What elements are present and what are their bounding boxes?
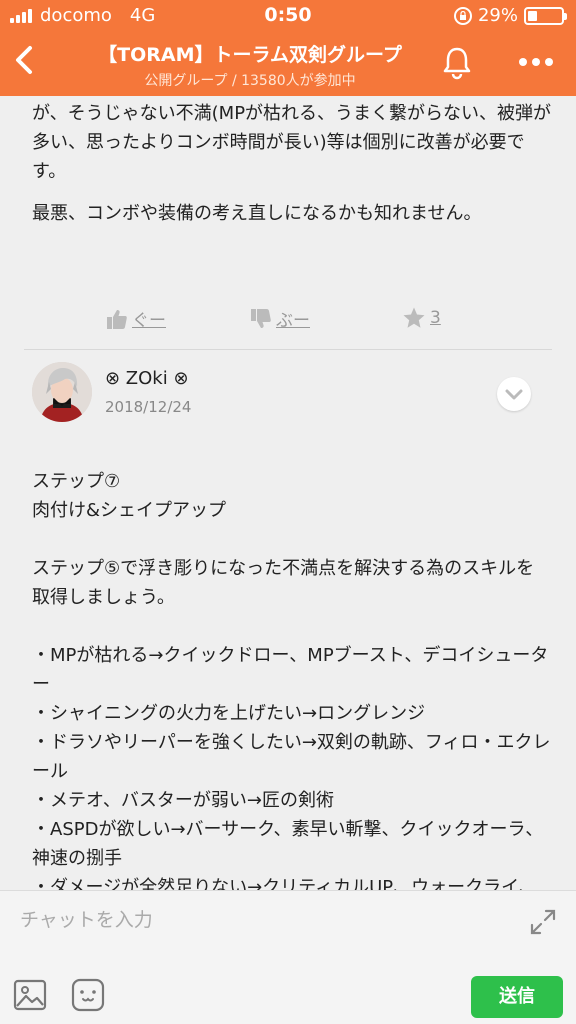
bad-button[interactable]: ぶー (250, 306, 310, 331)
user-avatar-icon (32, 362, 92, 422)
chat-input[interactable] (20, 903, 500, 937)
thumbs-up-icon (107, 309, 127, 329)
post-text: 最悪、コンボや装備の考え直しになるかも知れません。 (32, 203, 482, 224)
nav-bar: 【TORAM】トーラム双剣グループ 公開グループ / 13580人が参加中 (0, 32, 576, 96)
star-count: 3 (430, 308, 441, 328)
post-body: ステップ⑦ 肉付け&シェイプアップ ステップ⑤で浮き彫りになった不満点を解決する… (32, 471, 551, 890)
post-text: が、そうじゃない不満(MPが枯れる、うまく繋がらない、被弾が多い、思ったよりコン… (32, 103, 552, 182)
thumbs-down-icon (251, 308, 271, 328)
page-title: 【TORAM】トーラム双剣グループ (98, 44, 402, 66)
image-icon (13, 979, 47, 1011)
chevron-down-icon (505, 389, 523, 400)
expand-input-button[interactable] (528, 907, 558, 937)
battery-percent: 29% (477, 5, 518, 26)
good-button[interactable]: ぐー (106, 306, 166, 331)
chevron-left-icon (16, 46, 32, 74)
battery-icon (524, 6, 567, 25)
good-label: ぐー (132, 311, 166, 331)
send-button[interactable]: 送信 (471, 976, 563, 1018)
bad-label: ぶー (276, 311, 310, 331)
star-button[interactable]: 3 (402, 306, 441, 330)
message-feed[interactable]: が、そうじゃない不満(MPが枯れる、うまく繋がらない、被弾が多い、思ったよりコン… (0, 96, 576, 890)
emoji-icon (71, 978, 105, 1012)
post-divider (24, 349, 552, 350)
more-dots-icon (519, 58, 553, 66)
avatar[interactable] (32, 362, 92, 422)
back-button[interactable] (6, 38, 46, 82)
author-name[interactable]: ⊗ ZOki ⊗ (105, 368, 189, 389)
chat-input-bar: 送信 (0, 890, 576, 1024)
attach-image-button[interactable] (12, 977, 48, 1013)
group-title-block[interactable]: 【TORAM】トーラム双剣グループ 公開グループ / 13580人が参加中 (80, 40, 420, 90)
post-options-button[interactable] (497, 377, 531, 411)
expand-icon (530, 909, 556, 935)
app-header: docomo 4G 0:50 29% 【TORAM】トーラム双剣グループ 公開グ… (0, 0, 576, 96)
more-menu-button[interactable] (512, 42, 560, 82)
star-icon (403, 307, 425, 328)
status-bar: docomo 4G 0:50 29% (0, 0, 576, 32)
rotation-lock-icon (453, 6, 472, 25)
notification-button[interactable] (437, 42, 477, 82)
group-subtitle: 公開グループ / 13580人が参加中 (144, 73, 356, 89)
post-date: 2018/12/24 (105, 398, 192, 416)
sticker-button[interactable] (70, 977, 106, 1013)
bell-icon (443, 47, 471, 80)
